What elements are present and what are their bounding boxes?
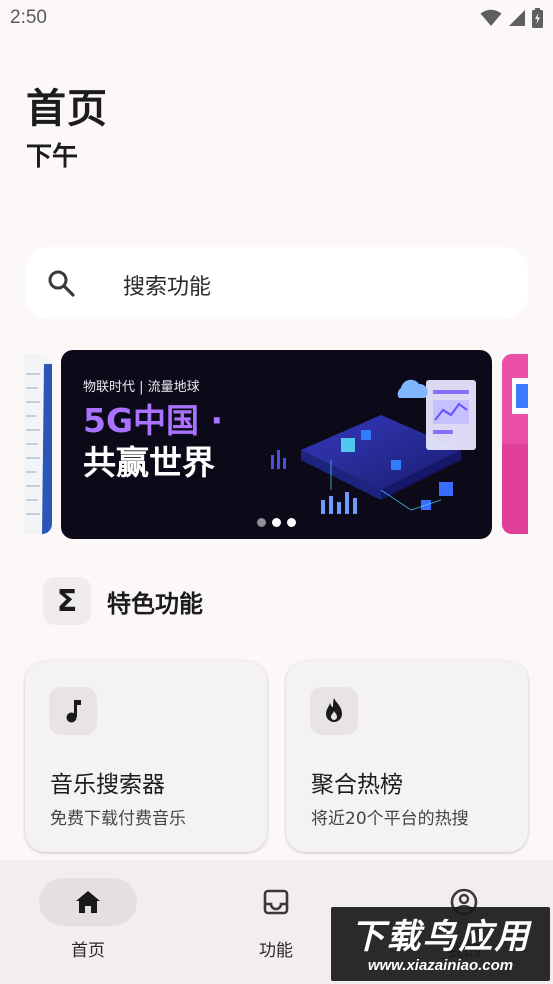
watermark: 下载鸟应用 www.xiazainiao.com xyxy=(331,907,550,981)
inbox-icon xyxy=(263,889,289,915)
banner-next-peek[interactable] xyxy=(502,354,528,534)
page-title: 首页 xyxy=(26,86,108,132)
nav-item-features[interactable]: 功能 xyxy=(216,878,336,968)
banner-headline-line1: 5G中国 · xyxy=(83,401,224,440)
banner-prev-peek[interactable] xyxy=(24,354,52,534)
banner-carousel[interactable]: 物联时代 | 流量地球 5G中国 · 共赢世界 xyxy=(0,350,553,540)
nav-label: 功能 xyxy=(259,941,293,961)
card-icon-container xyxy=(49,687,97,735)
card-title: 音乐搜索器 xyxy=(50,772,165,798)
banner-headline-line2: 共赢世界 xyxy=(83,443,215,482)
banner-next-art xyxy=(502,354,528,534)
carousel-dot[interactable] xyxy=(287,518,296,527)
search-label: 搜索功能 xyxy=(123,275,212,300)
search-bar[interactable]: 搜索功能 xyxy=(25,247,528,319)
banner-tagline: 物联时代 | 流量地球 xyxy=(83,380,200,395)
card-description: 将近20个平台的热搜 xyxy=(311,809,469,829)
section-header: Σ 特色功能 xyxy=(43,576,203,626)
carousel-dot[interactable] xyxy=(257,518,266,527)
watermark-url: www.xiazainiao.com xyxy=(367,957,514,974)
home-icon xyxy=(76,891,100,913)
nav-label: 首页 xyxy=(71,941,105,961)
search-icon xyxy=(48,270,75,297)
music-note-icon xyxy=(66,700,81,723)
banner-slide[interactable]: 物联时代 | 流量地球 5G中国 · 共赢世界 xyxy=(61,350,492,539)
card-title: 聚合热榜 xyxy=(311,772,403,798)
banner-illustration xyxy=(271,379,476,514)
sigma-icon: Σ xyxy=(43,577,91,625)
status-icons xyxy=(480,8,543,28)
watermark-text: 下载鸟应用 xyxy=(350,917,531,957)
card-icon-container xyxy=(310,687,358,735)
carousel-dot[interactable] xyxy=(272,518,281,527)
card-description: 免费下载付费音乐 xyxy=(50,809,186,829)
banner-prev-art xyxy=(24,354,52,534)
section-title: 特色功能 xyxy=(107,589,203,618)
hot-list-card[interactable]: 聚合热榜 将近20个平台的热搜 xyxy=(286,661,528,852)
page-subtitle: 下午 xyxy=(26,142,79,172)
signal-icon xyxy=(509,10,525,26)
wifi-icon xyxy=(480,9,502,26)
status-time: 2:50 xyxy=(10,7,47,28)
music-search-card[interactable]: 音乐搜索器 免费下载付费音乐 xyxy=(25,661,267,852)
fire-icon xyxy=(326,698,342,722)
nav-item-home[interactable]: 首页 xyxy=(28,878,148,968)
carousel-indicator xyxy=(257,518,296,527)
battery-charging-icon xyxy=(532,8,543,28)
status-bar: 2:50 xyxy=(0,0,553,38)
